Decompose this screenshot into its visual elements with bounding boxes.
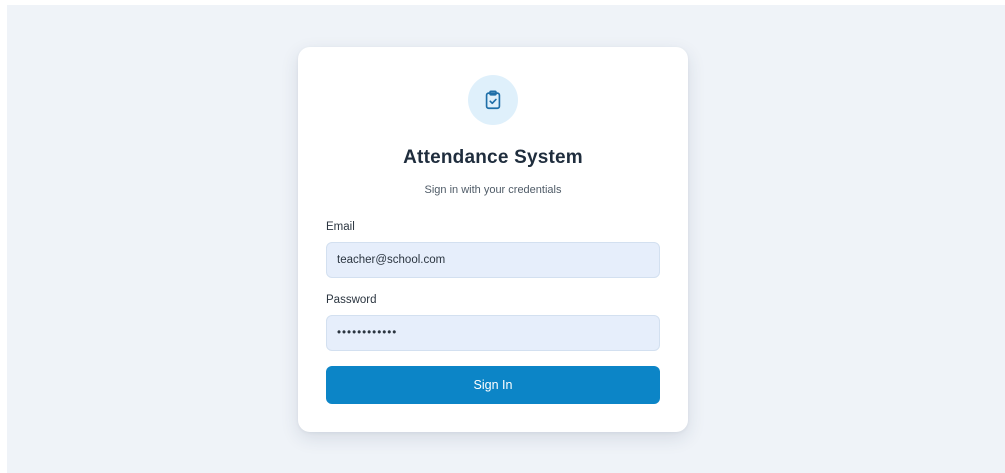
password-field[interactable] <box>326 315 660 351</box>
app-logo <box>468 75 518 125</box>
email-label: Email <box>326 221 355 233</box>
sign-in-button[interactable]: Sign In <box>326 366 660 404</box>
password-label: Password <box>326 294 377 306</box>
clipboard-check-icon <box>482 89 504 111</box>
page-background: Attendance System Sign in with your cred… <box>7 5 1005 473</box>
page-title: Attendance System <box>403 147 583 168</box>
email-field[interactable] <box>326 242 660 278</box>
page-subtitle: Sign in with your credentials <box>424 184 562 196</box>
login-card: Attendance System Sign in with your cred… <box>298 47 688 432</box>
